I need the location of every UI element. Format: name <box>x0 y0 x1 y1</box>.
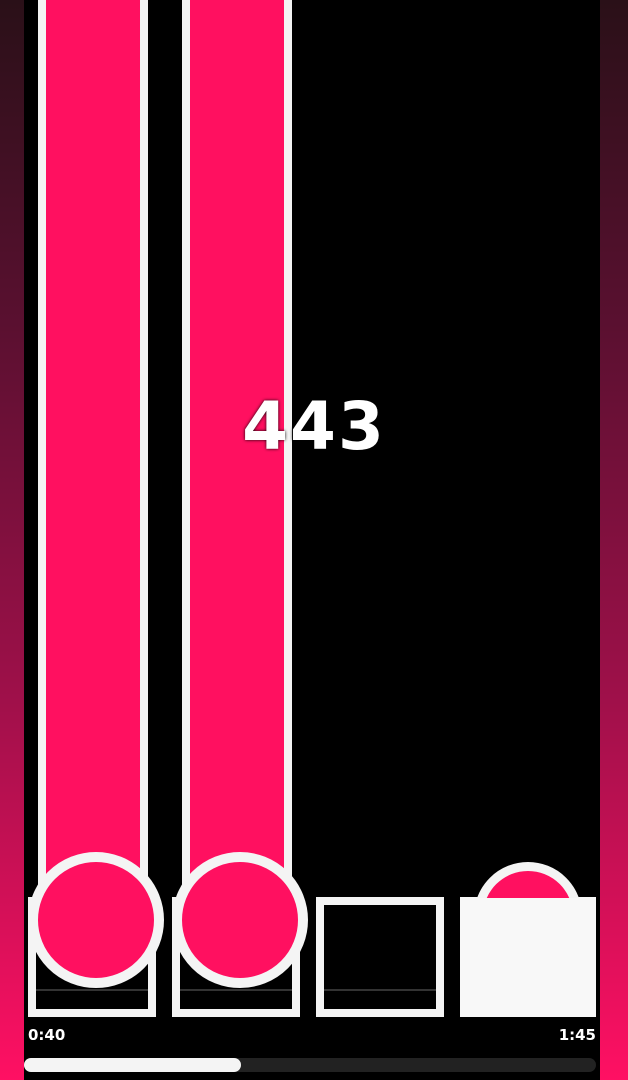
note-head-lane-1 <box>28 852 164 988</box>
receptor-lane-3[interactable] <box>316 897 444 1017</box>
receptor-line <box>324 989 436 991</box>
playfield <box>24 0 600 1080</box>
combo-counter: 443 <box>242 388 386 465</box>
time-elapsed: 0:40 <box>28 1026 66 1044</box>
song-progress-fill <box>24 1058 242 1072</box>
receptor-line <box>36 989 148 991</box>
receptor-line <box>180 989 292 991</box>
song-progress-bar[interactable] <box>24 1058 596 1072</box>
hit-note-lane-4 <box>474 862 582 898</box>
time-total: 1:45 <box>558 1026 596 1044</box>
receptor-lane-4[interactable] <box>460 897 596 1017</box>
note-head-lane-2 <box>172 852 308 988</box>
